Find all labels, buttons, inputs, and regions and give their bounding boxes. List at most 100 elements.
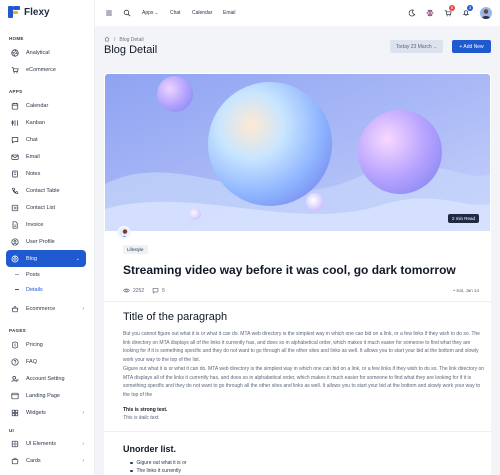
user-circle-icon	[11, 237, 19, 246]
paragraph-1: But you cannot figure out what it is or …	[123, 331, 480, 363]
sidebar-item-ecommerce[interactable]: eCommerce	[0, 61, 94, 78]
home-icon[interactable]	[104, 36, 110, 44]
bullet-icon	[130, 469, 133, 473]
sidebar-subitem-label: Details	[26, 286, 43, 293]
cart-badge: 5	[449, 5, 455, 11]
blog-detail-card: 2 min Read Lifestyle Streaming video way…	[104, 73, 491, 475]
layout-icon	[11, 409, 19, 417]
sidebar-item-ecommerce-app[interactable]: Ecommerce ›	[0, 300, 94, 317]
notes-icon	[11, 170, 19, 178]
topbar-link-email[interactable]: Email	[223, 10, 236, 16]
notification-badge: 3	[467, 5, 473, 11]
sidebar-item-label: Analytical	[26, 49, 50, 56]
sidebar-item-label: Widgets	[26, 409, 46, 416]
sidebar-item-analytical[interactable]: Analytical	[0, 44, 94, 61]
chevron-down-icon: ⌄	[433, 44, 437, 49]
sidebar-item-label: Email	[26, 153, 40, 160]
sidebar-item-ui-elements[interactable]: UI Elements ›	[0, 435, 94, 452]
sidebar-item-cards[interactable]: Cards ›	[0, 452, 94, 469]
comment-icon	[152, 288, 159, 294]
app-name: Flexy	[24, 6, 50, 18]
sidebar-item-label: Kanban	[26, 119, 45, 126]
sidebar-item-label: Landing Page	[26, 392, 60, 399]
chevron-down-icon: ⌄	[75, 255, 80, 262]
post-meta: 2252 5	[123, 287, 165, 294]
sidebar-item-label: Pricing	[26, 341, 43, 348]
breadcrumb-separator: /	[114, 37, 116, 43]
message-icon	[11, 136, 19, 144]
sidebar-item-contact-list[interactable]: Contact List	[0, 199, 94, 216]
post-title: Streaming video way before it was cool, …	[123, 263, 456, 277]
logo[interactable]: Flexy	[0, 0, 94, 24]
paragraph-2: Gigure out what it is or what it can do.…	[123, 366, 485, 398]
app-window-icon	[11, 392, 19, 400]
sidebar-item-label: Contact Table	[26, 187, 60, 194]
sidebar-item-chat[interactable]: Chat	[0, 131, 94, 148]
sidebar-item-label: eCommerce	[26, 66, 56, 73]
author-avatar[interactable]	[118, 226, 130, 238]
bullet-icon	[130, 461, 133, 465]
eye-icon	[123, 288, 130, 293]
sidebar-item-label: UI Elements	[26, 440, 56, 447]
dash-icon	[15, 289, 19, 290]
sidebar-item-email[interactable]: Email	[0, 148, 94, 165]
flag-uk-icon[interactable]	[426, 9, 434, 17]
list-icon	[11, 204, 19, 212]
divider	[104, 301, 491, 302]
list-item: Gigure out what it is or	[130, 460, 187, 466]
sidebar-item-landing-page[interactable]: Landing Page	[0, 387, 94, 404]
main-content: / Blog Detail Blog Detail Today 23 March…	[95, 26, 500, 475]
kanban-icon	[11, 119, 19, 127]
sidebar-item-account-setting[interactable]: Account Setting	[0, 370, 94, 387]
list-heading: Unorder list.	[123, 444, 177, 454]
basket-icon	[11, 305, 19, 313]
sidebar-item-blog[interactable]: Blog ⌄	[6, 250, 86, 267]
breadcrumb: / Blog Detail	[104, 36, 144, 44]
sidebar-item-pricing[interactable]: Pricing	[0, 336, 94, 353]
read-time-badge: 2 min Read	[448, 214, 480, 223]
user-settings-icon	[11, 375, 19, 383]
dash-icon	[15, 274, 19, 275]
topbar-link-chat[interactable]: Chat	[170, 10, 181, 16]
views-count: 2252	[123, 287, 144, 294]
sidebar-item-kanban[interactable]: Kanban	[0, 114, 94, 131]
list-item: The links it currently	[130, 468, 181, 474]
topbar-link-calendar[interactable]: Calendar	[192, 10, 212, 16]
topbar-link-apps[interactable]: Apps ⌄	[142, 10, 158, 16]
sidebar-item-label: Ecommerce	[26, 305, 56, 312]
help-icon	[11, 357, 19, 366]
search-icon[interactable]	[123, 9, 131, 17]
sidebar-item-label: Invoice	[26, 221, 44, 228]
invoice-icon	[11, 220, 19, 229]
category-tag[interactable]: Lifestyle	[123, 245, 148, 254]
page-title: Blog Detail	[104, 44, 158, 56]
sidebar-item-label: Chat	[26, 136, 38, 143]
cards-icon	[11, 457, 19, 465]
sidebar-item-contact-table[interactable]: Contact Table	[0, 182, 94, 199]
sidebar-item-notes[interactable]: Notes	[0, 165, 94, 182]
divider	[104, 431, 491, 432]
sidebar: Flexy HOME Analytical eCommerce APPS Cal…	[0, 0, 95, 475]
sidebar-item-label: Cards	[26, 457, 41, 464]
sidebar-item-widgets[interactable]: Widgets ›	[0, 404, 94, 421]
sidebar-item-calendar[interactable]: Calendar	[0, 97, 94, 114]
chevron-right-icon: ›	[82, 457, 84, 464]
sidebar-item-invoice[interactable]: Invoice	[0, 216, 94, 233]
menu-icon[interactable]	[105, 9, 113, 17]
italic-text: This is italic text.	[123, 415, 160, 421]
phone-icon	[11, 187, 19, 195]
date-filter[interactable]: Today 23 March ⌄	[390, 40, 443, 53]
paragraph-heading: Title of the paragraph	[123, 311, 228, 323]
comments-count: 5	[152, 287, 165, 294]
sidebar-item-user-profile[interactable]: User Profile	[0, 233, 94, 250]
sidebar-item-label: Contact List	[26, 204, 56, 211]
sidebar-item-faq[interactable]: FAQ	[0, 353, 94, 370]
moon-icon[interactable]	[408, 9, 416, 17]
post-date: • Sat, Jan 14	[453, 288, 479, 293]
sidebar-item-label: Calendar	[26, 102, 49, 109]
sidebar-subitem-details[interactable]: Details	[0, 282, 94, 297]
avatar[interactable]	[480, 7, 492, 19]
breadcrumb-current: Blog Detail	[119, 37, 144, 43]
sidebar-subitem-posts[interactable]: Posts	[0, 267, 94, 282]
add-new-button[interactable]: + Add New	[452, 40, 491, 53]
